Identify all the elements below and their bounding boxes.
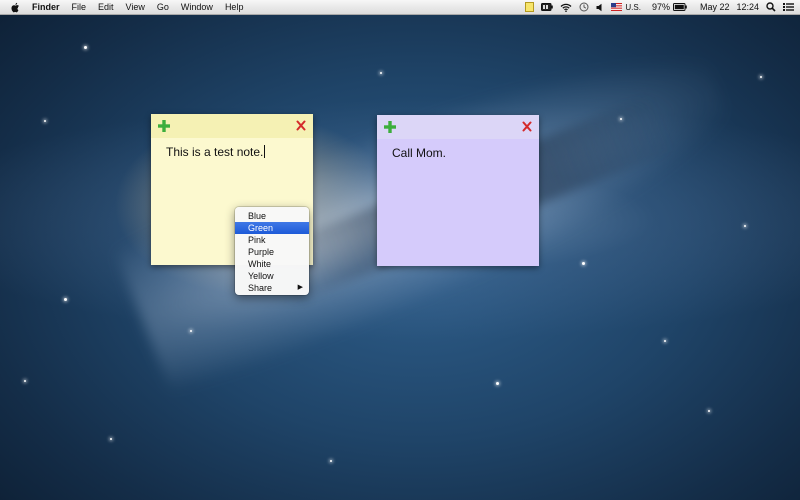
star: [84, 46, 87, 49]
note-toolbar[interactable]: [377, 115, 539, 139]
star: [330, 460, 332, 462]
menu-item-green[interactable]: Green: [235, 222, 309, 234]
star: [744, 225, 746, 227]
note-text: This is a test note.: [166, 145, 264, 159]
menu-finder[interactable]: Finder: [28, 0, 66, 14]
menu-item-share[interactable]: Share ▶: [235, 282, 309, 294]
input-source-label[interactable]: U.S.: [625, 3, 641, 12]
time-label[interactable]: 12:24: [736, 2, 759, 12]
search-icon[interactable]: [766, 2, 776, 12]
star: [664, 340, 666, 342]
star: [760, 76, 762, 78]
menu-file[interactable]: File: [66, 0, 93, 14]
menu-item-purple[interactable]: Purple: [235, 246, 309, 258]
star: [64, 298, 67, 301]
menu-view[interactable]: View: [120, 0, 151, 14]
menu-help[interactable]: Help: [219, 0, 250, 14]
star: [110, 438, 112, 440]
close-icon[interactable]: [296, 120, 306, 131]
date-label[interactable]: May 22: [700, 2, 730, 12]
text-caret: [264, 145, 266, 158]
battery-icon[interactable]: [672, 3, 687, 11]
menu-go[interactable]: Go: [151, 0, 175, 14]
star: [190, 330, 192, 332]
menu-item-share-label: Share: [248, 283, 273, 293]
apple-icon[interactable]: [10, 2, 20, 13]
note-text-area[interactable]: Call Mom.: [392, 146, 446, 160]
menu-edit[interactable]: Edit: [92, 0, 120, 14]
plus-icon[interactable]: [158, 120, 170, 132]
note-text: Call Mom.: [392, 146, 447, 160]
flag-icon[interactable]: [611, 3, 623, 11]
note-text-area[interactable]: This is a test note.: [166, 145, 266, 159]
menu-bar: Finder File Edit View Go Window Help U.S…: [0, 0, 800, 15]
status-area: U.S. 97% May 22 12:24: [525, 0, 794, 14]
battery-percent[interactable]: 97%: [652, 2, 670, 12]
note-toolbar[interactable]: [151, 114, 313, 138]
color-context-menu: Blue Green Pink Purple White Yellow Shar…: [235, 207, 309, 295]
list-icon[interactable]: [783, 2, 794, 12]
menu-item-pink[interactable]: Pink: [235, 234, 309, 246]
star: [496, 382, 499, 385]
star: [708, 410, 710, 412]
volume-icon[interactable]: [596, 3, 604, 12]
star: [24, 380, 26, 382]
wifi-icon[interactable]: [560, 3, 572, 12]
star: [620, 118, 622, 120]
notes-app-icon[interactable]: [525, 2, 535, 12]
plus-icon[interactable]: [384, 121, 396, 133]
menu-item-blue[interactable]: Blue: [235, 210, 309, 222]
submenu-arrow-icon: ▶: [297, 284, 303, 291]
star: [44, 120, 46, 122]
time-machine-icon[interactable]: [579, 2, 589, 12]
menu-item-yellow[interactable]: Yellow: [235, 270, 309, 282]
battery-icon[interactable]: [541, 3, 554, 11]
star: [380, 72, 382, 74]
sticky-note-purple[interactable]: Call Mom.: [377, 115, 539, 266]
star: [582, 262, 585, 265]
menu-item-white[interactable]: White: [235, 258, 309, 270]
menu-window[interactable]: Window: [175, 0, 219, 14]
close-icon[interactable]: [522, 121, 532, 132]
